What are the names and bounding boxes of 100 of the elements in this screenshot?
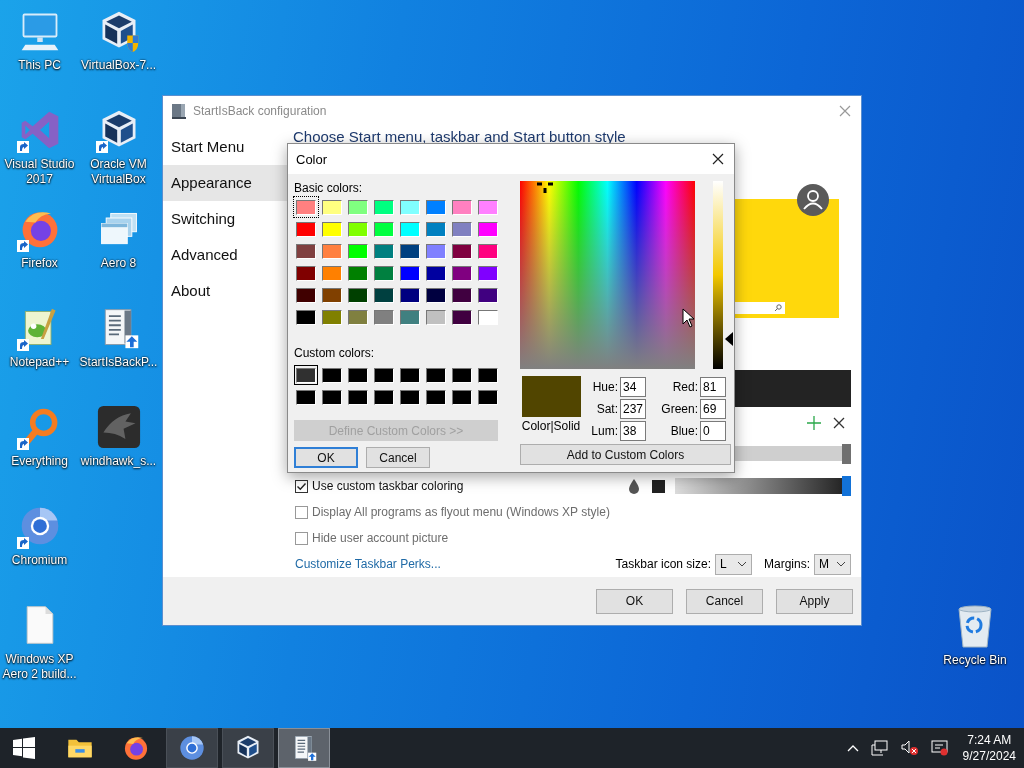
- clock-time[interactable]: 7:24 AM: [967, 732, 1012, 748]
- color-swatch[interactable]: [476, 197, 500, 217]
- color-swatch[interactable]: [450, 241, 474, 261]
- color-swatch[interactable]: [398, 307, 422, 327]
- color-swatch[interactable]: [346, 241, 370, 261]
- network-icon[interactable]: [870, 740, 889, 756]
- color-swatch[interactable]: [372, 365, 396, 385]
- color-swatch[interactable]: [294, 365, 318, 385]
- sidebar-item[interactable]: Start Menu: [163, 129, 291, 165]
- number-field[interactable]: 69: [700, 399, 726, 419]
- color-swatch[interactable]: [424, 197, 448, 217]
- color-swatch[interactable]: [372, 219, 396, 239]
- start-windows-icon[interactable]: [13, 737, 35, 759]
- color-swatch[interactable]: [372, 197, 396, 217]
- color-swatch[interactable]: [294, 241, 318, 261]
- color-swatch[interactable]: [476, 241, 500, 261]
- color-swatch[interactable]: [424, 307, 448, 327]
- number-field[interactable]: 81: [700, 377, 726, 397]
- checkbox-label[interactable]: Use custom taskbar coloring: [312, 479, 464, 494]
- color-swatch[interactable]: [294, 263, 318, 283]
- dialog-button[interactable]: Apply: [776, 588, 853, 614]
- color-swatch[interactable]: [476, 219, 500, 239]
- icon-size-dropdown[interactable]: L: [715, 553, 752, 575]
- slider-thumb[interactable]: [842, 443, 851, 464]
- color-swatch[interactable]: [476, 307, 500, 327]
- color-swatch[interactable]: [320, 241, 344, 261]
- color-swatch[interactable]: [476, 387, 500, 407]
- color-swatch[interactable]: [346, 307, 370, 327]
- close-icon[interactable]: [712, 153, 724, 165]
- luminance-arrow[interactable]: [725, 332, 733, 346]
- color-swatch[interactable]: [294, 307, 318, 327]
- color-swatch[interactable]: [398, 285, 422, 305]
- color-swatch[interactable]: [372, 263, 396, 283]
- color-swatch[interactable]: [320, 197, 344, 217]
- color-swatch[interactable]: [476, 263, 500, 283]
- desktop-icon-label[interactable]: Recycle Bin: [943, 653, 1007, 668]
- color-swatch[interactable]: [652, 479, 665, 493]
- color-swatch[interactable]: [450, 365, 474, 385]
- sidebar-item[interactable]: Switching: [163, 201, 291, 237]
- speaker-muted-icon[interactable]: [900, 740, 919, 756]
- color-swatch[interactable]: [346, 387, 370, 407]
- checkbox[interactable]: [295, 479, 308, 493]
- color-swatch[interactable]: [320, 285, 344, 305]
- color-swatch[interactable]: [320, 263, 344, 283]
- number-field[interactable]: 38: [620, 421, 646, 441]
- color-swatch[interactable]: [398, 197, 422, 217]
- chevron-down-icon[interactable]: [836, 561, 846, 567]
- color-swatch[interactable]: [424, 387, 448, 407]
- color-swatch[interactable]: [372, 307, 396, 327]
- droplet-icon[interactable]: [628, 478, 640, 495]
- luminance-bar[interactable]: [713, 181, 723, 369]
- customize-link[interactable]: Customize Taskbar Perks...: [295, 557, 441, 571]
- color-swatch[interactable]: [450, 197, 474, 217]
- color-swatch[interactable]: [476, 365, 500, 385]
- color-swatch[interactable]: [346, 263, 370, 283]
- monitor-alert-icon[interactable]: [930, 740, 949, 756]
- color-swatch[interactable]: [372, 387, 396, 407]
- color-swatch[interactable]: [398, 365, 422, 385]
- color-swatch[interactable]: [450, 263, 474, 283]
- color-swatch[interactable]: [294, 197, 318, 217]
- color-swatch[interactable]: [476, 285, 500, 305]
- cancel-button[interactable]: Cancel: [366, 447, 430, 468]
- color-spectrum[interactable]: [520, 181, 695, 369]
- ok-button[interactable]: OK: [294, 447, 358, 468]
- color-swatch[interactable]: [320, 219, 344, 239]
- color-swatch[interactable]: [424, 285, 448, 305]
- number-field[interactable]: 34: [620, 377, 646, 397]
- close-icon[interactable]: [833, 417, 845, 430]
- color-swatch[interactable]: [294, 285, 318, 305]
- color-swatch[interactable]: [346, 285, 370, 305]
- dialog-button[interactable]: OK: [596, 588, 673, 614]
- color-swatch[interactable]: [424, 263, 448, 283]
- margins-dropdown[interactable]: M: [814, 553, 851, 575]
- sidebar-item[interactable]: About: [163, 273, 291, 309]
- color-swatch[interactable]: [320, 307, 344, 327]
- color-swatch[interactable]: [320, 365, 344, 385]
- sidebar-item[interactable]: Advanced: [163, 237, 291, 273]
- color-swatch[interactable]: [346, 197, 370, 217]
- color-swatch[interactable]: [398, 219, 422, 239]
- taskbar-button[interactable]: [166, 728, 218, 768]
- color-swatch[interactable]: [294, 387, 318, 407]
- slider-thumb[interactable]: [842, 476, 851, 497]
- color-swatch[interactable]: [424, 219, 448, 239]
- color-swatch[interactable]: [346, 219, 370, 239]
- color-swatch[interactable]: [294, 219, 318, 239]
- taskbar-button[interactable]: [278, 728, 330, 768]
- color-swatch[interactable]: [450, 387, 474, 407]
- color-swatch[interactable]: [450, 219, 474, 239]
- number-field[interactable]: 0: [700, 421, 726, 441]
- color-swatch[interactable]: [398, 263, 422, 283]
- taskbar-button[interactable]: [222, 728, 274, 768]
- dialog-button[interactable]: Cancel: [686, 588, 763, 614]
- color-swatch[interactable]: [450, 285, 474, 305]
- color-swatch[interactable]: [372, 241, 396, 261]
- color-swatch[interactable]: [346, 365, 370, 385]
- chevron-down-icon[interactable]: [737, 561, 747, 567]
- color-swatch[interactable]: [424, 365, 448, 385]
- color-swatch[interactable]: [372, 285, 396, 305]
- color-swatch[interactable]: [450, 307, 474, 327]
- clock-date[interactable]: 9/27/2024: [962, 748, 1016, 764]
